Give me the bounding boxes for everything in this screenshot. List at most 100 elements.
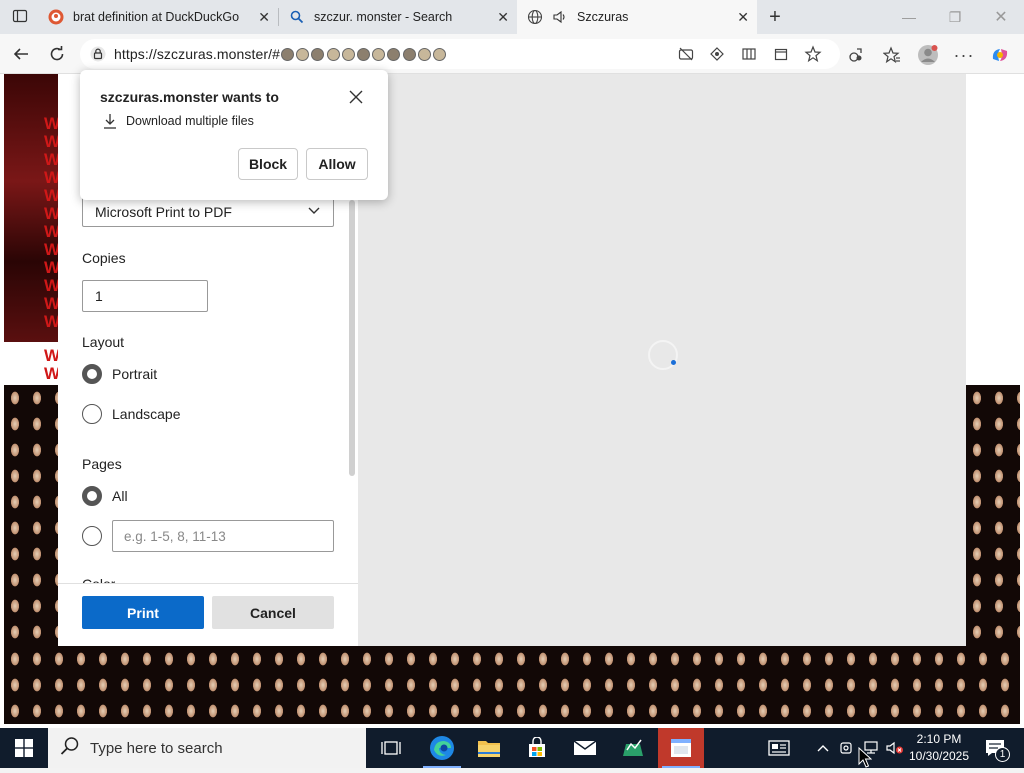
mail-icon — [573, 740, 597, 755]
refresh-icon — [50, 46, 64, 61]
edge-icon — [430, 736, 454, 760]
back-button[interactable] — [8, 42, 34, 66]
minimize-icon: — — [902, 9, 916, 25]
all-pages-radio[interactable] — [82, 486, 102, 506]
face-icon — [326, 47, 340, 61]
landscape-radio[interactable] — [82, 404, 102, 424]
portrait-radio[interactable] — [82, 364, 102, 384]
meet-now-button[interactable] — [836, 728, 858, 768]
page-pattern-bottom — [4, 646, 1020, 724]
app-available-icon[interactable] — [770, 43, 792, 65]
search-icon — [60, 736, 80, 760]
taskbar-mail[interactable] — [562, 728, 608, 768]
print-button[interactable]: Print — [82, 596, 204, 629]
tab-actions-button[interactable] — [0, 0, 38, 34]
settings-more-button[interactable]: ··· — [953, 44, 975, 66]
copilot-icon — [992, 49, 1008, 61]
speaker-icon[interactable] — [552, 9, 568, 25]
download-permission-popup: szczuras.monster wants to Download multi… — [80, 70, 388, 200]
rat-face-icon — [311, 47, 325, 61]
browser-window: brat definition at DuckDuckGo ✕ szczur. … — [0, 0, 1024, 728]
rat-face-icon — [402, 47, 416, 61]
popup-title: szczuras.monster wants to — [100, 89, 279, 105]
mouse-cursor-icon — [858, 746, 873, 773]
volume-muted-icon — [886, 741, 903, 755]
notification-count-badge: 1 — [995, 747, 1010, 762]
close-tab-icon[interactable]: ✕ — [497, 9, 509, 26]
tab-title: brat definition at DuckDuckGo — [73, 10, 240, 24]
favorites-button[interactable] — [881, 44, 903, 66]
printer-value: Microsoft Print to PDF — [95, 204, 232, 220]
tracking-prevention-icon[interactable] — [706, 43, 728, 65]
copies-input[interactable]: 1 — [82, 280, 208, 312]
download-icon — [103, 113, 117, 129]
folder-icon — [478, 741, 500, 757]
news-icon — [768, 740, 790, 756]
block-button[interactable]: Block — [238, 148, 298, 180]
address-bar: https://szczuras.monster/# ··· — [0, 34, 1024, 74]
copilot-button[interactable] — [989, 44, 1011, 66]
url-field[interactable]: https://szczuras.monster/# — [80, 39, 840, 69]
custom-pages-input[interactable]: e.g. 1-5, 8, 11-13 — [112, 520, 334, 552]
refresh-button[interactable] — [44, 42, 70, 66]
volume-button[interactable] — [884, 728, 906, 768]
window-app-icon — [671, 739, 691, 757]
favorite-star-icon[interactable] — [802, 43, 824, 65]
tab-duckduckgo[interactable]: brat definition at DuckDuckGo ✕ — [38, 0, 278, 34]
show-hidden-icons-button[interactable] — [812, 728, 834, 768]
start-button[interactable] — [0, 728, 48, 768]
layout-label: Layout — [82, 334, 125, 350]
taskbar-store[interactable] — [514, 728, 560, 768]
print-preview-area — [358, 74, 966, 646]
notification-center-button[interactable]: 1 — [978, 728, 1012, 768]
chart-app-icon — [623, 739, 643, 756]
clock-time: 2:10 PM — [916, 732, 962, 746]
taskbar-clock[interactable]: 2:10 PM 10/30/2025 — [908, 731, 970, 765]
printer-select[interactable]: Microsoft Print to PDF — [82, 197, 334, 227]
minimize-button[interactable]: — — [886, 0, 932, 34]
face-icon — [432, 47, 446, 61]
tab-search[interactable]: szczur. monster - Search ✕ — [279, 0, 517, 34]
spinner-dot — [671, 360, 676, 365]
settings-scrollbar[interactable] — [349, 200, 355, 476]
extensions-button[interactable] — [845, 44, 867, 66]
news-widget-button[interactable] — [762, 728, 796, 768]
extensions-icon — [849, 48, 862, 62]
globe-icon — [527, 9, 543, 25]
store-bag-icon — [529, 737, 545, 757]
camera-icon — [840, 742, 852, 754]
footer-divider — [58, 583, 358, 584]
custom-pages-radio[interactable] — [82, 526, 102, 546]
profile-button[interactable] — [917, 44, 939, 66]
taskbar-edge[interactable] — [419, 728, 465, 768]
reading-view-icon[interactable] — [738, 43, 760, 65]
favorites-icon — [883, 46, 900, 64]
maximize-button[interactable]: ❐ — [932, 0, 978, 34]
chevron-up-icon — [817, 745, 829, 752]
allow-button[interactable]: Allow — [306, 148, 368, 180]
face-icon — [341, 47, 355, 61]
lock-icon[interactable] — [90, 46, 106, 62]
plus-icon: + — [769, 5, 781, 28]
task-view-icon — [381, 741, 401, 755]
close-popup-icon[interactable] — [348, 89, 364, 105]
taskbar-search[interactable]: Type here to search — [48, 728, 366, 768]
taskbar-app-active[interactable] — [658, 728, 704, 768]
taskbar-app-green[interactable] — [610, 728, 656, 768]
close-icon: ✕ — [994, 9, 1008, 26]
close-window-button[interactable]: ✕ — [978, 0, 1024, 34]
portrait-label: Portrait — [112, 366, 158, 382]
close-tab-icon[interactable]: ✕ — [737, 9, 749, 26]
face-icon — [417, 47, 431, 61]
cancel-button[interactable]: Cancel — [212, 596, 334, 629]
close-tab-icon[interactable]: ✕ — [258, 9, 270, 26]
task-view-button[interactable] — [368, 728, 414, 768]
chevron-down-icon — [307, 203, 321, 220]
tab-title: szczur. monster - Search — [314, 10, 453, 24]
tab-bar: brat definition at DuckDuckGo ✕ szczur. … — [0, 0, 1024, 34]
back-arrow-icon — [13, 48, 28, 60]
taskbar-file-explorer[interactable] — [466, 728, 512, 768]
new-tab-button[interactable]: + — [760, 0, 790, 34]
tab-szczuras[interactable]: Szczuras ✕ — [517, 0, 757, 34]
camera-blocked-icon[interactable] — [675, 43, 697, 65]
